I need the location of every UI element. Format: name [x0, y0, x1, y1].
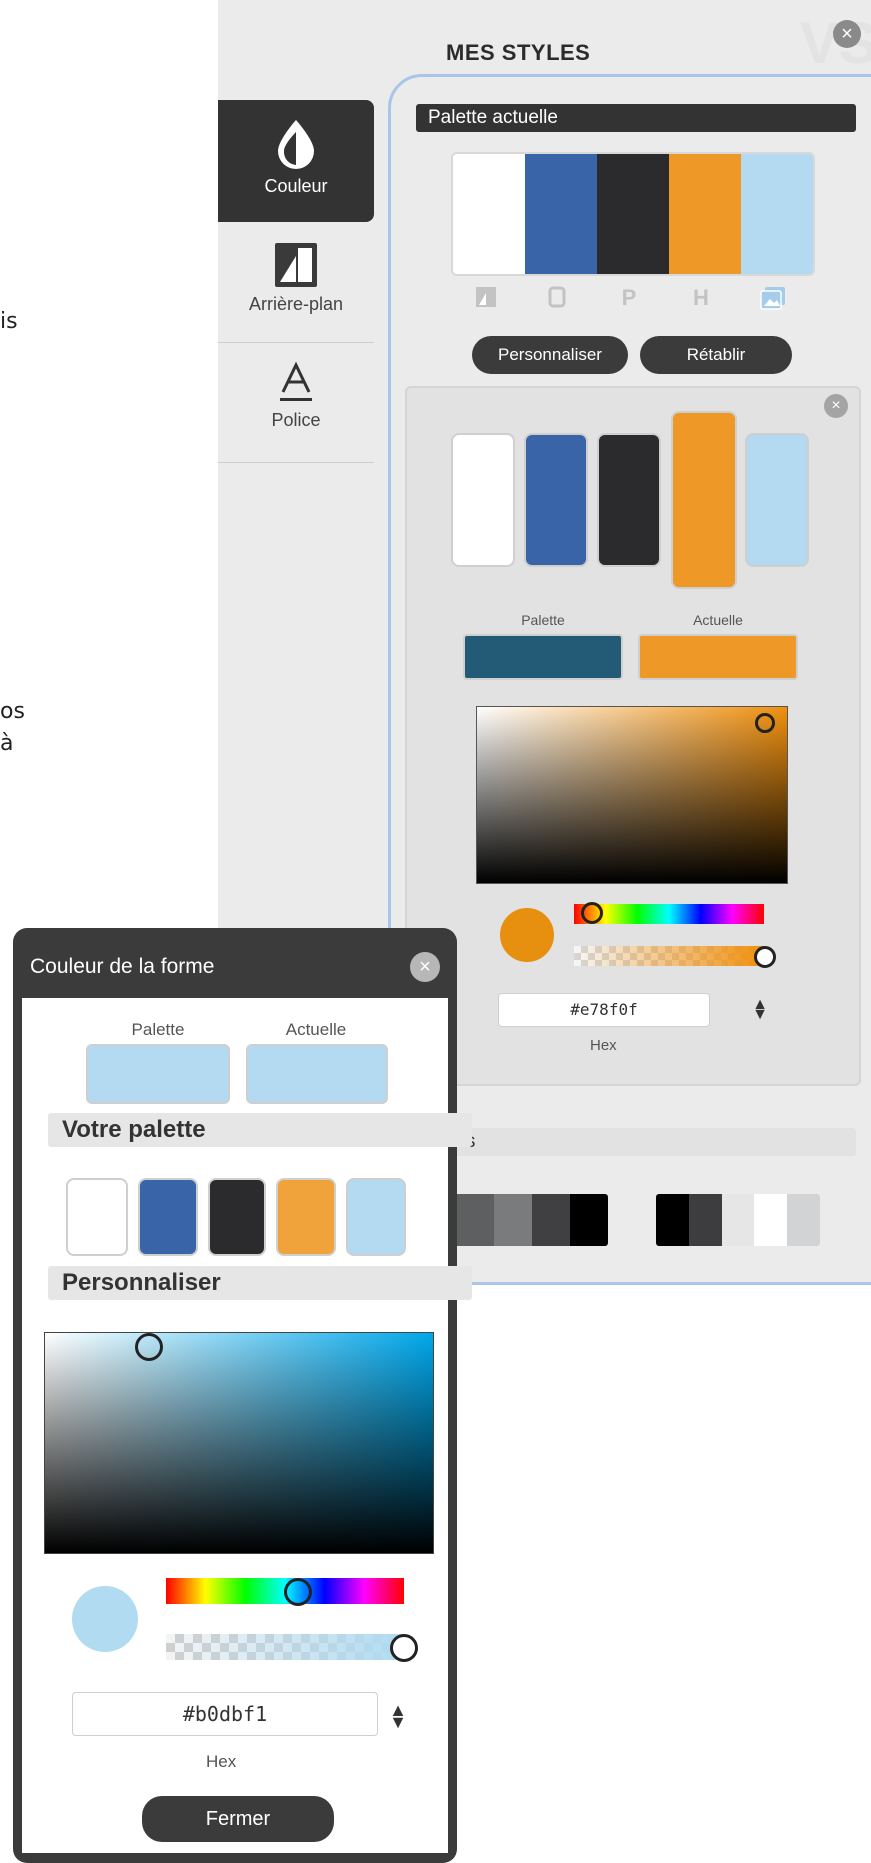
hue-slider-handle[interactable] — [284, 1578, 312, 1606]
section-header-current-palette: Palette actuelle — [416, 104, 856, 132]
palette-color-preview[interactable] — [86, 1044, 230, 1104]
hex-input[interactable]: #b0dbf1 — [72, 1692, 378, 1736]
dialog-title: Couleur de la forme — [30, 955, 215, 978]
palette-tile[interactable] — [745, 433, 809, 567]
font-icon — [280, 362, 312, 401]
tab-police[interactable]: Police — [218, 350, 374, 463]
background-text-fragment: os — [0, 699, 25, 724]
palette-swatch[interactable] — [669, 154, 741, 274]
background-image-icon — [275, 243, 317, 287]
background-text-fragment: à — [0, 731, 14, 756]
palette-label: Palette — [521, 612, 565, 628]
palette-tile[interactable] — [276, 1178, 336, 1256]
saturation-value-picker[interactable] — [44, 1332, 434, 1554]
heading-text-icon: H — [693, 285, 709, 310]
palette-tile-selected[interactable] — [671, 411, 737, 589]
styles-panel-title: MES STYLES — [446, 40, 591, 65]
picker-handle[interactable] — [135, 1333, 163, 1361]
close-dialog-button[interactable]: Fermer — [142, 1796, 334, 1842]
alpha-slider-handle[interactable] — [754, 946, 776, 968]
current-label: Actuelle — [693, 612, 743, 628]
color-preview-circle — [72, 1586, 138, 1652]
current-palette-strip[interactable] — [451, 152, 815, 276]
palette-tile[interactable] — [138, 1178, 198, 1256]
alpha-slider[interactable] — [166, 1634, 404, 1660]
color-preview-circle — [500, 908, 554, 962]
palette-tile[interactable] — [451, 433, 515, 567]
watermark-logo: VS — [800, 11, 871, 76]
tab-arriere-plan[interactable]: Arrière-plan — [218, 230, 374, 343]
palette-tile[interactable] — [208, 1178, 266, 1256]
picker-handle[interactable] — [755, 713, 775, 733]
close-icon[interactable]: × — [824, 394, 848, 418]
saturation-value-picker[interactable] — [476, 706, 788, 884]
background-icon — [474, 286, 498, 310]
alpha-slider-handle[interactable] — [390, 1634, 418, 1662]
palette-tile[interactable] — [346, 1178, 406, 1256]
shape-icon — [545, 286, 569, 310]
palette-swatch[interactable] — [741, 154, 813, 274]
format-toggle-icon[interactable]: ▲ ▼ — [752, 997, 768, 1023]
tab-label: Arrière-plan — [248, 294, 344, 314]
close-icon[interactable]: × — [833, 20, 861, 48]
current-label: Actuelle — [285, 1020, 347, 1039]
palette-label: Palette — [131, 1020, 185, 1039]
hue-slider-handle[interactable] — [581, 902, 603, 924]
image-icon — [760, 286, 785, 310]
hex-input[interactable]: #e78f0f — [498, 993, 710, 1027]
tab-label: Couleur — [264, 176, 328, 196]
background-text-fragment: is — [0, 309, 18, 334]
customize-button[interactable]: Personnaliser — [472, 336, 628, 374]
hex-label: Hex — [206, 1752, 237, 1771]
palette-tile[interactable] — [66, 1178, 128, 1256]
palette-tile[interactable] — [524, 433, 588, 567]
palette-swatch[interactable] — [525, 154, 597, 274]
format-toggle-icon[interactable]: ▲ ▼ — [388, 1701, 408, 1731]
tab-couleur[interactable]: Couleur — [218, 100, 374, 222]
alpha-slider[interactable] — [574, 946, 764, 966]
close-icon[interactable]: × — [410, 952, 440, 982]
your-palette-header: Votre palette — [48, 1113, 472, 1147]
hex-label: Hex — [590, 1037, 617, 1054]
current-color-preview — [638, 634, 798, 680]
palette-swatch[interactable] — [453, 154, 525, 274]
palette-color-preview[interactable] — [463, 634, 623, 680]
palette-swatch[interactable] — [597, 154, 669, 274]
tab-label: Police — [271, 410, 321, 430]
preset-palette[interactable] — [656, 1194, 820, 1246]
drop-icon — [278, 120, 314, 169]
paragraph-text-icon: P — [621, 285, 637, 310]
reset-button[interactable]: Rétablir — [640, 336, 792, 374]
section-header-other-palettes: lettes — [418, 1128, 856, 1156]
current-color-preview — [246, 1044, 388, 1104]
customize-header: Personnaliser — [48, 1266, 472, 1300]
palette-tile[interactable] — [597, 433, 661, 567]
